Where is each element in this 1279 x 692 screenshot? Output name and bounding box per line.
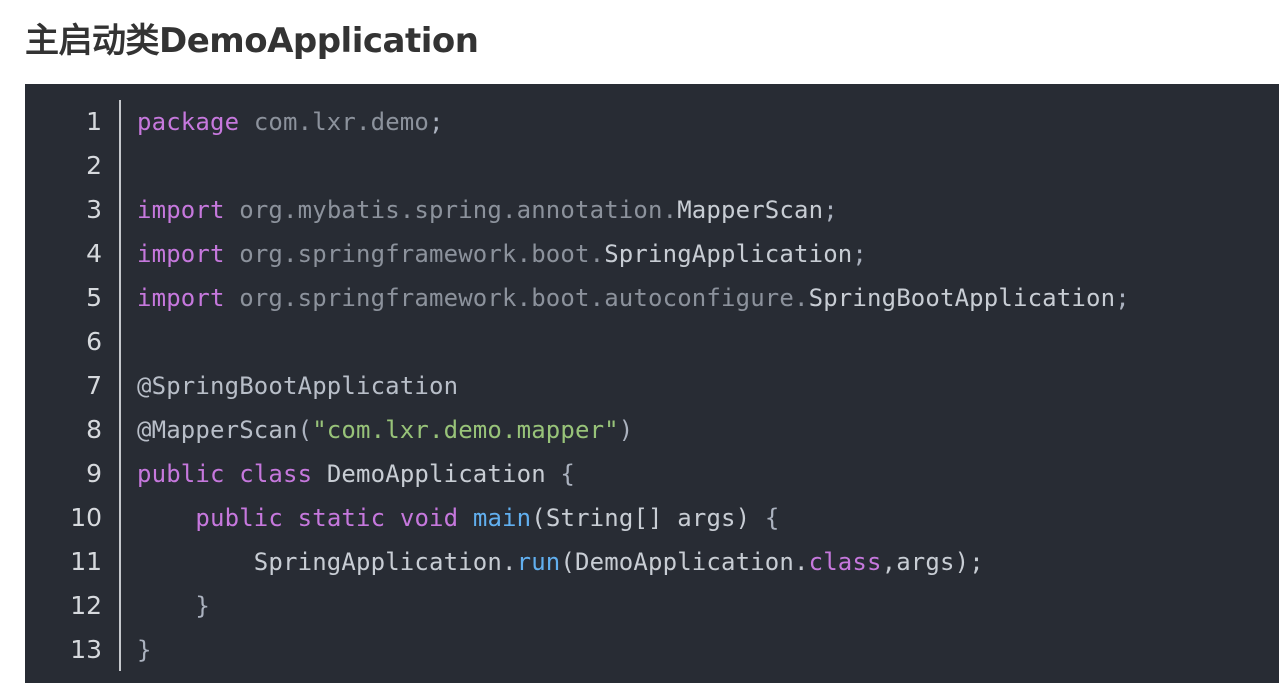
- code-token-punct: {: [560, 460, 576, 488]
- line-number: 11: [70, 547, 102, 576]
- code-text: import org.springframework.boot.SpringAp…: [137, 232, 867, 276]
- code-token-pkg: org.springframework.boot.: [239, 240, 605, 268]
- code-token-punct: ;: [852, 240, 867, 268]
- code-token-func: main: [472, 504, 532, 532]
- code-token-punct: ;: [429, 108, 444, 136]
- code-token-pkg: org.mybatis.spring.annotation.: [239, 196, 678, 224]
- code-token-punct: ;: [823, 196, 838, 224]
- code-token-keyword: class: [239, 460, 313, 488]
- code-text: import org.mybatis.spring.annotation.Map…: [137, 188, 838, 232]
- page-title: 主启动类DemoApplication: [25, 21, 479, 61]
- code-text: import org.springframework.boot.autoconf…: [137, 276, 1130, 320]
- code-token-annot: @SpringBootApplication: [137, 372, 459, 400]
- line-number: 7: [86, 371, 102, 400]
- line-number: 2: [86, 151, 102, 180]
- code-token-punct: ): [618, 416, 634, 444]
- line-number: 8: [86, 415, 102, 444]
- code-text: @SpringBootApplication: [137, 364, 458, 408]
- line-number: 5: [86, 283, 102, 312]
- code-token-pkg: com.lxr.demo: [253, 108, 430, 136]
- code-token-keyword: static: [297, 504, 386, 532]
- gutter-divider: [119, 100, 121, 671]
- code-token-plain: SpringApplication: [604, 240, 853, 268]
- line-number: 1: [86, 107, 102, 136]
- code-text: package com.lxr.demo;: [137, 100, 444, 144]
- code-token-plain: SpringBootApplication: [808, 284, 1116, 312]
- code-text: public class DemoApplication {: [137, 452, 575, 496]
- code-token-keyword: public: [195, 504, 284, 532]
- code-token-punct: (: [297, 416, 313, 444]
- line-number: 9: [86, 459, 102, 488]
- code-text: SpringApplication.run(DemoApplication.cl…: [137, 540, 984, 584]
- code-token-keyword: import: [137, 284, 225, 312]
- code-token-annot: @MapperScan: [137, 416, 298, 444]
- code-text: public static void main(String[] args) {: [137, 496, 779, 540]
- code-token-plain: DemoApplication: [312, 460, 561, 488]
- code-token-plain: ,args);: [881, 548, 984, 576]
- code-token-keyword: package: [137, 108, 240, 136]
- code-token-pkg: org.springframework.boot.autoconfigure.: [239, 284, 809, 312]
- line-number: 6: [86, 327, 102, 356]
- code-token-func: run: [516, 548, 561, 576]
- line-number: 4: [86, 239, 102, 268]
- line-number: 13: [70, 635, 102, 664]
- code-token-punct: }: [137, 636, 152, 664]
- code-token-plain: SpringApplication.: [253, 548, 517, 576]
- code-token-keyword: import: [137, 240, 225, 268]
- code-text: }: [137, 584, 210, 628]
- page: 主启动类DemoApplication 1 package com.lxr.dem…: [0, 0, 1279, 692]
- code-token-keyword: public: [137, 460, 225, 488]
- line-number: 10: [70, 503, 102, 532]
- code-token-punct: }: [195, 592, 211, 620]
- code-token-plain: (DemoApplication.: [560, 548, 809, 576]
- code-block[interactable]: 1 package com.lxr.demo; 2 3 import org.mybat…: [25, 84, 1279, 683]
- code-text: @MapperScan("com.lxr.demo.mapper"): [137, 408, 633, 452]
- code-token-keyword: class: [808, 548, 882, 576]
- code-text: }: [137, 628, 152, 672]
- code-token-keyword: void: [399, 504, 459, 532]
- code-token-keyword: import: [137, 196, 225, 224]
- code-token-plain: (String[] args): [531, 504, 765, 532]
- code-token-string: "com.lxr.demo.mapper": [312, 416, 619, 444]
- line-number: 12: [70, 591, 102, 620]
- code-token-plain: MapperScan: [677, 196, 824, 224]
- code-token-punct: {: [764, 504, 780, 532]
- code-token-punct: ;: [1115, 284, 1130, 312]
- line-number: 3: [86, 195, 102, 224]
